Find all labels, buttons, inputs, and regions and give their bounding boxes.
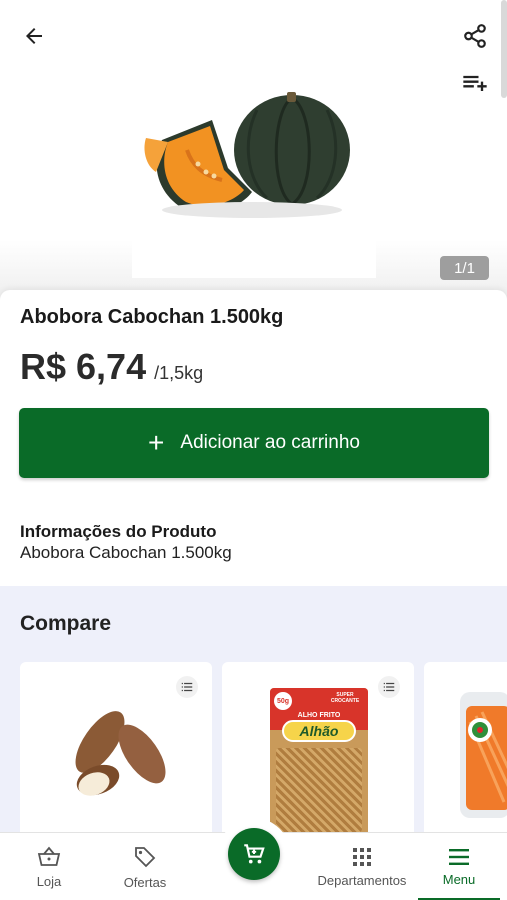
nav-item-menu[interactable]: Menu (418, 833, 500, 900)
product-image[interactable] (132, 80, 376, 278)
share-button[interactable] (459, 20, 491, 52)
package-text-top: ALHO FRITO (297, 712, 341, 719)
product-details: Abobora Cabochan 1.500kg R$ 6,74 /1,5kg … (0, 290, 507, 586)
nav-label-loja: Loja (36, 873, 62, 889)
cart-button[interactable] (228, 828, 280, 880)
nav-label-ofertas: Ofertas (123, 874, 167, 890)
nav-item-departamentos[interactable]: Departamentos (306, 833, 418, 900)
playlist-add-icon (463, 75, 487, 91)
grid-icon (353, 847, 371, 866)
package-brand: Alhão (282, 720, 356, 742)
add-to-list-button[interactable] (459, 68, 491, 100)
compare-card[interactable] (20, 662, 212, 836)
product-info-description: Abobora Cabochan 1.500kg (20, 543, 232, 562)
image-counter: 1/1 (440, 256, 489, 280)
alho-frito-package-image: 50g SUPER CROCANTE ALHO FRITO Alhão (270, 688, 368, 836)
tag-icon (135, 846, 156, 867)
compare-card[interactable]: 50g SUPER CROCANTE ALHO FRITO Alhão (222, 662, 414, 836)
product-info-title: Informações do Produto (20, 522, 217, 541)
carrot-package-image (460, 692, 507, 818)
nav-item-ofertas[interactable]: Ofertas (98, 833, 192, 900)
nav-item-loja[interactable]: Loja (0, 833, 98, 900)
scrollbar[interactable] (501, 0, 507, 98)
compare-title: Compare (20, 612, 112, 635)
package-badge: SUPER CROCANTE (330, 692, 360, 704)
plus-icon: + (148, 427, 165, 458)
nav-label-departamentos: Departamentos (317, 872, 407, 888)
price-row: R$ 6,74 /1,5kg (20, 346, 203, 388)
product-price: R$ 6,74 (20, 346, 147, 387)
yam-image (75, 711, 166, 796)
arrow-left-icon (26, 28, 42, 44)
product-title: Abobora Cabochan 1.500kg (20, 306, 284, 328)
compare-section: Compare 50g SUPER CROCANTE ALHO FRITO Al… (0, 586, 507, 836)
share-icon (464, 24, 486, 48)
list-icon[interactable] (378, 676, 400, 698)
cart-icon (244, 844, 265, 864)
add-to-cart-button[interactable]: + Adicionar ao carrinho (19, 408, 489, 478)
basket-icon (37, 846, 61, 866)
package-weight: 50g (274, 692, 292, 710)
product-gallery: 1/1 (0, 0, 507, 300)
menu-icon (449, 848, 469, 865)
add-to-cart-label: Adicionar ao carrinho (180, 432, 360, 453)
back-button[interactable] (18, 20, 50, 52)
price-unit: /1,5kg (154, 363, 204, 383)
nav-label-menu: Menu (442, 871, 476, 887)
compare-card[interactable] (424, 662, 507, 836)
